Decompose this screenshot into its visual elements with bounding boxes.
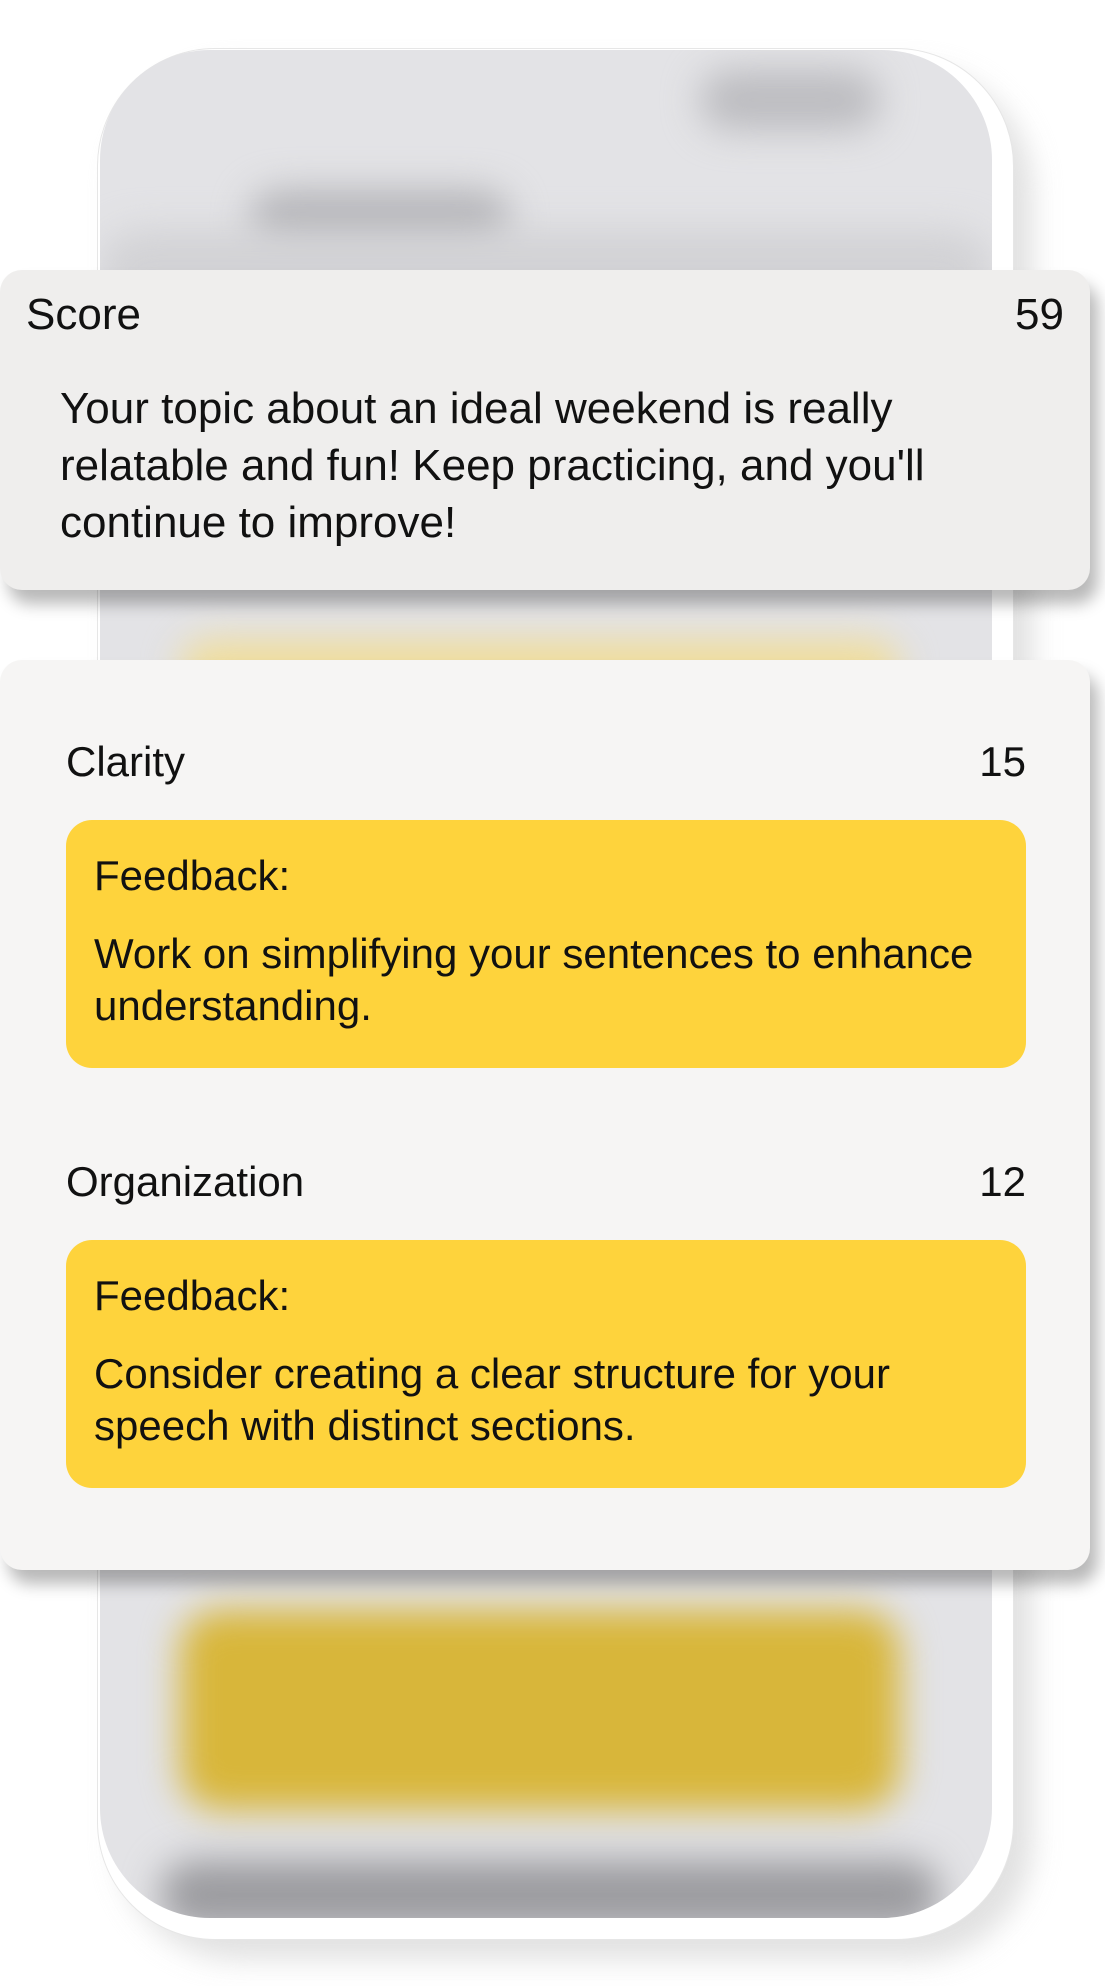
criterion-header: Clarity 15 xyxy=(66,730,1026,794)
score-message: Your topic about an ideal weekend is rea… xyxy=(60,384,925,547)
criterion-name: Organization xyxy=(66,1158,305,1205)
blurred-status-pill xyxy=(700,70,880,130)
score-card: Score 59 Your topic about an ideal weeke… xyxy=(0,270,1090,590)
criteria-card: Clarity 15 Feedback: Work on simplifying… xyxy=(0,660,1090,1570)
criterion-header: Organization 12 xyxy=(66,1150,1026,1214)
criterion-name: Clarity xyxy=(66,738,186,785)
score-label: Score xyxy=(26,290,141,339)
criterion-score: 12 xyxy=(979,1158,1026,1205)
feedback-box: Feedback: Consider creating a clear stru… xyxy=(66,1240,1026,1488)
score-header: Score 59 xyxy=(26,290,1064,340)
feedback-label: Feedback: xyxy=(94,852,291,899)
feedback-text: Consider creating a clear structure for … xyxy=(94,1350,891,1449)
score-value: 59 xyxy=(1015,290,1064,339)
feedback-label: Feedback: xyxy=(94,1272,291,1319)
feedback-text: Work on simplifying your sentences to en… xyxy=(94,930,974,1029)
mockup-stage: Score 59 Your topic about an ideal weeke… xyxy=(0,0,1105,1986)
criterion-score: 15 xyxy=(979,738,1026,785)
criterion-organization: Organization 12 Feedback: Consider creat… xyxy=(66,1150,1026,1488)
feedback-box: Feedback: Work on simplifying your sente… xyxy=(66,820,1026,1068)
criterion-clarity: Clarity 15 Feedback: Work on simplifying… xyxy=(66,730,1026,1068)
blurred-primary-button xyxy=(180,1610,900,1810)
blurred-bottom-bar xyxy=(160,1860,940,1918)
